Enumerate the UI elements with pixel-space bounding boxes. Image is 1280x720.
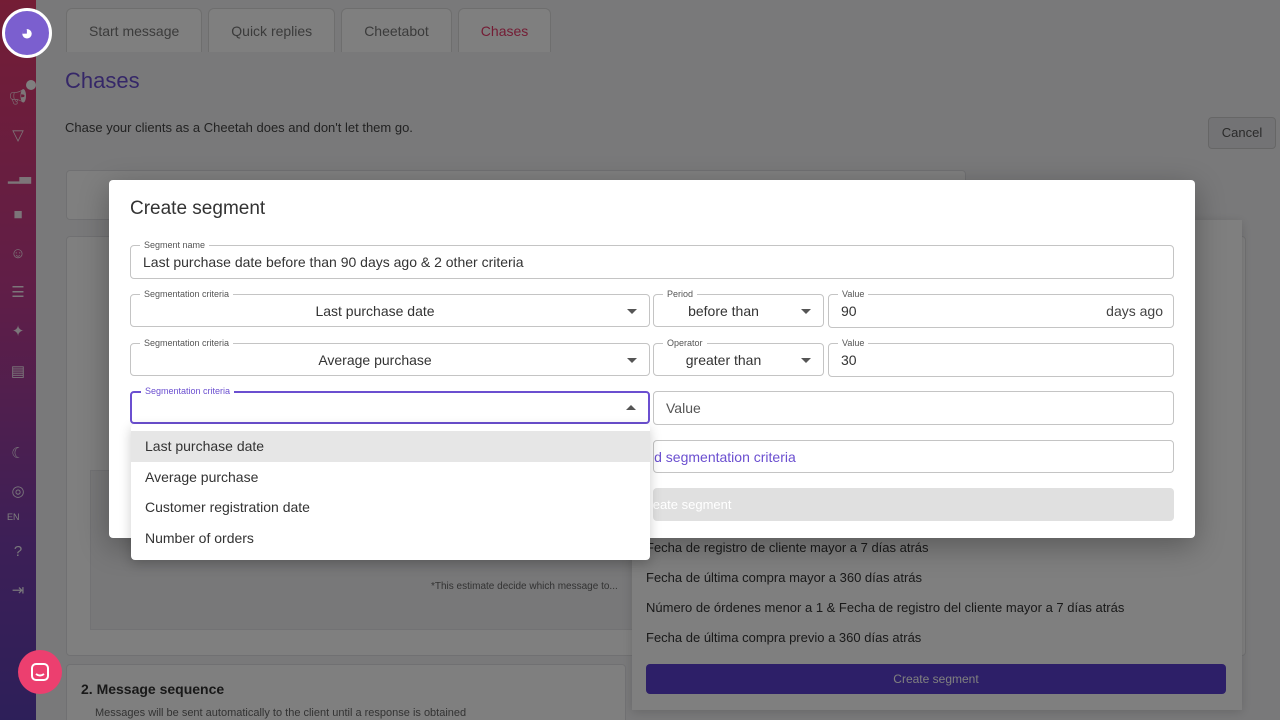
value-input: 30 — [841, 352, 857, 368]
menu-item-customer-registration-date[interactable]: Customer registration date — [131, 492, 650, 523]
criteria-value: Average purchase — [318, 351, 432, 368]
criteria-select-3[interactable]: Segmentation criteria — [130, 385, 650, 424]
add-criteria-label: Add segmentation criteria — [654, 448, 796, 465]
operator-select[interactable]: Operator greater than — [653, 337, 824, 376]
days-ago-suffix: days ago — [1106, 303, 1163, 319]
app-logo[interactable]: ◕ — [2, 8, 52, 58]
chat-launcher-button[interactable] — [18, 650, 62, 694]
menu-item-last-purchase-date[interactable]: Last purchase date — [131, 431, 650, 462]
criteria-select-1[interactable]: Segmentation criteria Last purchase date — [130, 288, 650, 327]
period-select[interactable]: Period before than — [653, 288, 824, 327]
chevron-down-icon — [801, 308, 811, 314]
operator-value: greater than — [685, 351, 762, 368]
chat-icon — [31, 663, 49, 681]
period-value: before than — [688, 302, 759, 319]
criteria-select-2[interactable]: Segmentation criteria Average purchase — [130, 337, 650, 376]
segment-name-value: Last purchase date before than 90 days a… — [143, 254, 524, 270]
menu-item-number-of-orders[interactable]: Number of orders — [131, 523, 650, 554]
value-placeholder: Value — [666, 400, 701, 416]
chevron-down-icon — [627, 357, 637, 363]
value-field-3[interactable]: Value — [653, 391, 1174, 425]
dialog-title: Create segment — [130, 198, 266, 219]
criteria-value: Last purchase date — [315, 302, 435, 319]
create-segment-button[interactable]: Create segment — [653, 488, 1174, 521]
chevron-down-icon — [801, 357, 811, 363]
value-field-2[interactable]: Value 30 — [828, 337, 1174, 377]
criteria-dropdown-menu: Last purchase date Average purchase Cust… — [131, 424, 650, 560]
value-field-1[interactable]: Value 90 days ago — [828, 288, 1174, 328]
segment-name-field[interactable]: Segment name Last purchase date before t… — [130, 239, 1174, 279]
create-segment-label: Create segment — [653, 497, 732, 512]
add-criteria-button[interactable]: Add segmentation criteria — [653, 440, 1174, 473]
chevron-up-icon — [626, 404, 636, 410]
criteria-label: Segmentation criteria — [141, 385, 235, 397]
menu-item-average-purchase[interactable]: Average purchase — [131, 462, 650, 493]
chevron-down-icon — [627, 308, 637, 314]
